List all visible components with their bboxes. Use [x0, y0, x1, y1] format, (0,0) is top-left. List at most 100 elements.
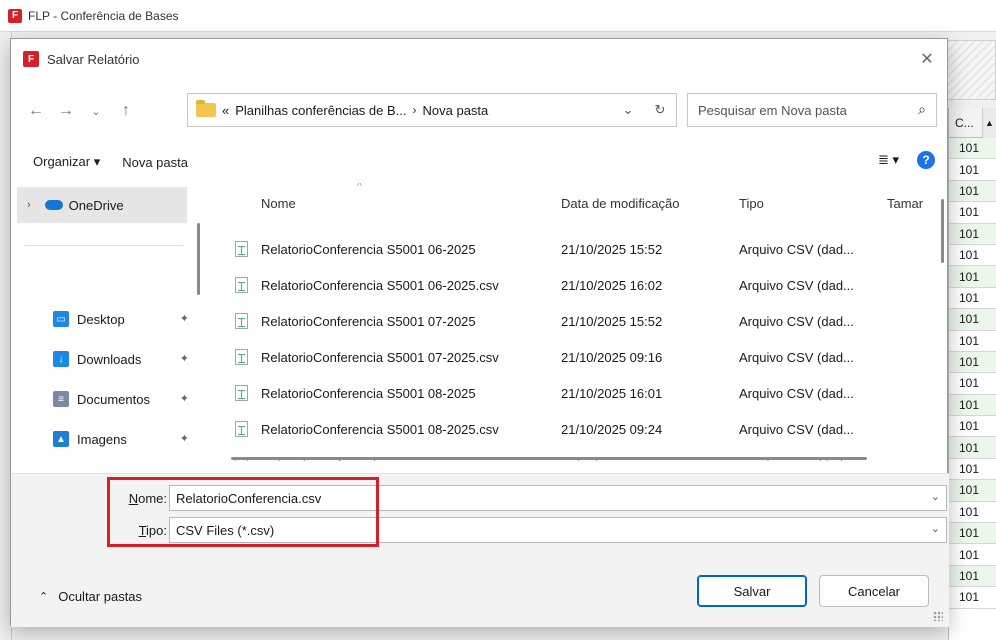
navigation-bar: ← → ⌄ ↑ « Planilhas conferências de B...… — [11, 89, 949, 133]
back-arrow-icon[interactable]: ← — [21, 96, 51, 126]
sidebar-item-imagens[interactable]: ▲ Imagens ✦ — [53, 425, 189, 453]
file-row[interactable]: RelatorioConferencia S5001 09-2025.csv 21… — [213, 447, 933, 461]
file-row[interactable]: RelatorioConferencia S5001 07-2025.csv 21… — [213, 339, 933, 375]
new-folder-button[interactable]: Nova pasta — [114, 151, 196, 174]
grid-cell[interactable]: 101 — [949, 480, 996, 502]
grid-cell[interactable]: 101 — [949, 309, 996, 331]
sidebar-item-label: Desktop — [77, 311, 125, 327]
folder-icon — [196, 100, 216, 117]
grid-cell[interactable]: 101 — [949, 180, 996, 203]
up-arrow-icon[interactable]: ↑ — [111, 96, 141, 126]
grid-cell[interactable]: 101 — [949, 266, 996, 288]
grid-cell[interactable]: 101 — [949, 502, 996, 524]
app-titlebar: F FLP - Conferência de Bases — [0, 0, 996, 32]
file-type: Arquivo CSV (dad... — [739, 385, 854, 401]
file-list-vertical-scrollbar[interactable] — [941, 199, 944, 263]
hide-folders-label[interactable]: Ocultar pastas — [58, 589, 142, 604]
sidebar-item-desktop[interactable]: ▭ Desktop ✦ — [53, 305, 189, 333]
view-options-icon[interactable]: ≣ ▾ — [878, 152, 899, 168]
column-header-date[interactable]: Data de modificação — [561, 196, 680, 211]
chevron-up-icon[interactable]: ⌃ — [39, 590, 48, 603]
search-box[interactable]: Pesquisar em Nova pasta ⌕ — [687, 93, 937, 127]
grid-cell[interactable]: 101 — [949, 565, 996, 588]
grid-cell[interactable]: 101 — [949, 587, 996, 609]
refresh-icon[interactable]: ↻ — [644, 102, 676, 118]
file-row[interactable]: RelatorioConferencia S5001 07-2025 21/10/… — [213, 303, 933, 339]
grid-cell[interactable]: 101 — [949, 373, 996, 395]
app-logo-icon: F — [23, 51, 39, 67]
pin-icon[interactable]: ✦ — [180, 352, 189, 365]
column-header-size[interactable]: Tamar — [887, 196, 923, 211]
sidebar-item-musicas[interactable]: ♪Músicas✦ — [53, 465, 189, 467]
hide-folders-toggle[interactable]: ⌃ Ocultar pastas — [39, 589, 142, 604]
grid-cell[interactable]: 101 — [949, 459, 996, 481]
organize-button[interactable]: Organizar ▾ — [25, 150, 108, 174]
grid-cell[interactable]: 101 — [949, 351, 996, 374]
file-date: 21/10/2025 16:02 — [561, 277, 663, 293]
dialog-title: Salvar Relatório — [47, 51, 140, 67]
address-dropdown-chevron-icon[interactable]: ⌄ — [612, 102, 644, 118]
file-list: ^ Nome Data de modificação Tipo Tamar Re… — [213, 183, 933, 465]
grid-cell[interactable]: 101 — [949, 544, 996, 566]
filename-dropdown-chevron-icon[interactable]: ⌄ — [931, 490, 940, 503]
grid-cell[interactable]: 101 — [949, 394, 996, 417]
grid-cell[interactable]: 101 — [949, 159, 996, 181]
sidebar-item-documentos[interactable]: ≡ Documentos ✦ — [53, 385, 189, 413]
grid-cell[interactable]: 101 — [949, 523, 996, 545]
highlight-box — [107, 477, 379, 547]
file-name[interactable]: RelatorioConferencia S5001 08-2025 — [261, 386, 476, 401]
grid-cell[interactable]: 101 — [949, 288, 996, 310]
search-icon[interactable]: ⌕ — [918, 101, 926, 118]
file-name[interactable]: RelatorioConferencia S5001 07-2025.csv — [261, 350, 499, 365]
grid-cell[interactable]: 101 — [949, 331, 996, 352]
grid-cell[interactable]: 101 — [949, 138, 996, 160]
sidebar-item-label: Documentos — [77, 391, 150, 407]
grid-header[interactable]: C... ▲ — [949, 108, 996, 138]
pin-icon[interactable]: ✦ — [180, 312, 189, 325]
address-prefix[interactable]: « — [222, 103, 229, 118]
save-button[interactable]: Salvar — [697, 575, 807, 607]
resize-grip-icon[interactable] — [933, 611, 943, 621]
forward-arrow-icon[interactable]: → — [51, 96, 81, 126]
column-header-type[interactable]: Tipo — [739, 196, 764, 211]
file-name[interactable]: RelatorioConferencia S5001 08-2025.csv — [261, 422, 499, 437]
file-list-horizontal-scrollbar[interactable] — [231, 457, 867, 460]
file-list-header: ^ Nome Data de modificação Tipo Tamar — [213, 183, 933, 223]
grid-cell[interactable]: 101 — [949, 202, 996, 224]
file-type: Arquivo CSV (dad... — [739, 277, 854, 293]
sidebar-item-onedrive[interactable]: › OneDrive — [17, 187, 187, 223]
file-date: 21/10/2025 09:16 — [561, 349, 663, 365]
file-name[interactable]: RelatorioConferencia S5001 06-2025.csv — [261, 278, 499, 293]
grid-cell[interactable]: 101 — [949, 437, 996, 459]
sidebar-scrollbar[interactable] — [197, 223, 200, 295]
pin-icon[interactable]: ✦ — [180, 432, 189, 445]
cancel-button[interactable]: Cancelar — [819, 575, 929, 607]
scroll-up-icon[interactable]: ▲ — [982, 108, 996, 138]
file-name[interactable]: RelatorioConferencia S5001 06-2025 — [261, 242, 476, 257]
grid-cell[interactable]: 101 — [949, 223, 996, 245]
expand-chevron-icon[interactable]: › — [27, 199, 31, 211]
grid-cell[interactable]: 101 — [949, 245, 996, 267]
file-row[interactable]: RelatorioConferencia S5001 08-2025.csv 21… — [213, 411, 933, 447]
file-row[interactable]: RelatorioConferencia S5001 06-2025.csv 21… — [213, 267, 933, 303]
file-type: Arquivo CSV (dad... — [739, 421, 854, 437]
csv-file-icon — [235, 421, 248, 437]
file-row[interactable]: RelatorioConferencia S5001 08-2025 21/10/… — [213, 375, 933, 411]
grid-cell[interactable]: 101 — [949, 416, 996, 438]
filetype-dropdown-chevron-icon[interactable]: ⌄ — [931, 522, 940, 535]
save-dialog: F Salvar Relatório ✕ ← → ⌄ ↑ « Planilhas… — [10, 38, 949, 627]
recent-locations-chevron-icon[interactable]: ⌄ — [81, 96, 111, 126]
csv-file-icon — [235, 313, 248, 329]
search-input[interactable]: Pesquisar em Nova pasta — [698, 103, 847, 118]
address-bar[interactable]: « Planilhas conferências de B... › Nova … — [187, 93, 677, 127]
sidebar-item-label: OneDrive — [68, 197, 124, 213]
help-icon[interactable]: ? — [917, 151, 935, 169]
close-icon[interactable]: ✕ — [917, 49, 937, 69]
sidebar-item-downloads[interactable]: ↓ Downloads ✦ — [53, 345, 189, 373]
pin-icon[interactable]: ✦ — [180, 392, 189, 405]
file-name[interactable]: RelatorioConferencia S5001 07-2025 — [261, 314, 476, 329]
column-header-name[interactable]: Nome — [261, 196, 296, 211]
file-row[interactable]: RelatorioConferencia S5001 06-2025 21/10/… — [213, 231, 933, 267]
address-segment-parent[interactable]: Planilhas conferências de B... — [235, 103, 406, 118]
address-segment-current[interactable]: Nova pasta — [423, 103, 489, 118]
